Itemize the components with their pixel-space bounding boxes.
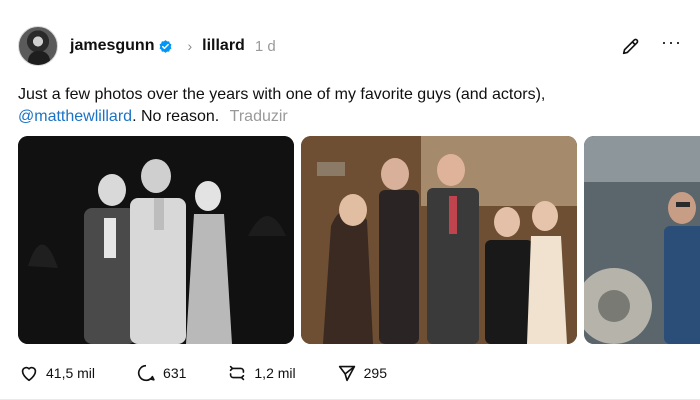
post-text: Just a few photos over the years with on… bbox=[18, 84, 678, 128]
repost-user[interactable]: lillard bbox=[202, 37, 245, 55]
verified-icon bbox=[158, 39, 173, 54]
more-options-icon[interactable]: ··· bbox=[661, 33, 681, 56]
share-button[interactable]: 295 bbox=[336, 362, 387, 384]
post-text-line1: Just a few photos over the years with on… bbox=[18, 86, 546, 103]
mention-link[interactable]: @matthewlillard bbox=[18, 108, 132, 125]
share-icon bbox=[338, 365, 355, 382]
share-count: 295 bbox=[363, 365, 387, 381]
post-actions: 41,5 mil 631 1,2 mil 295 bbox=[18, 360, 427, 386]
photo-1[interactable] bbox=[18, 136, 294, 344]
repost-icon bbox=[230, 365, 245, 381]
post-header: jamesgunn › lillard 1 d bbox=[18, 24, 276, 68]
heart-icon bbox=[21, 366, 37, 382]
repost-button[interactable]: 1,2 mil bbox=[226, 362, 296, 384]
author-name[interactable]: jamesgunn bbox=[70, 37, 154, 55]
photo-carousel[interactable] bbox=[18, 136, 700, 344]
photo-3[interactable] bbox=[584, 136, 700, 344]
chevron-right-icon: › bbox=[187, 38, 193, 54]
avatar[interactable] bbox=[18, 26, 58, 66]
post-card: jamesgunn › lillard 1 d ··· Just a few p… bbox=[0, 0, 700, 400]
reply-icon bbox=[137, 364, 155, 382]
post-text-line2: . No reason. bbox=[132, 108, 220, 125]
repost-count: 1,2 mil bbox=[254, 365, 296, 381]
like-button[interactable]: 41,5 mil bbox=[18, 362, 95, 384]
edit-icon[interactable] bbox=[620, 35, 642, 57]
reply-button[interactable]: 631 bbox=[135, 362, 186, 384]
post-time: 1 d bbox=[254, 37, 276, 55]
reply-count: 631 bbox=[163, 365, 187, 381]
like-count: 41,5 mil bbox=[46, 365, 96, 381]
translate-link[interactable]: Traduzir bbox=[230, 108, 288, 125]
photo-2[interactable] bbox=[301, 136, 577, 344]
